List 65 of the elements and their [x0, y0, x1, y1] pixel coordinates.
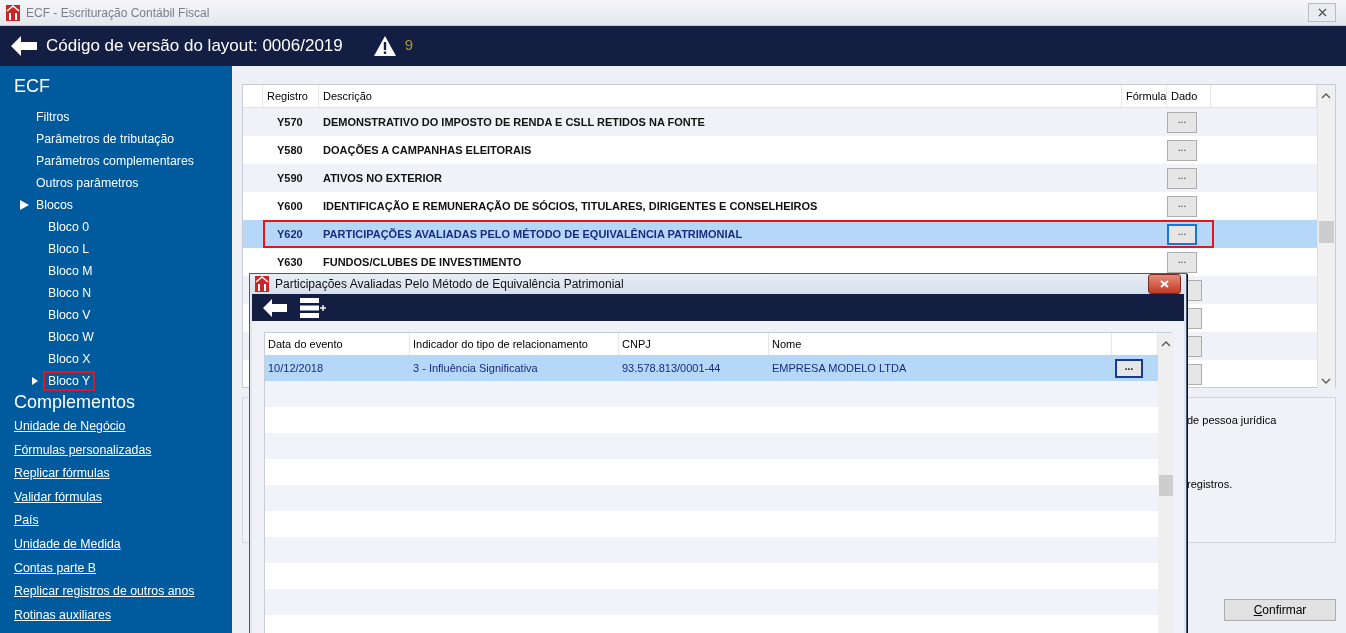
table-cell-text: Y580 [276, 144, 304, 156]
table-cell-text: 3 - Influência Significativa [412, 362, 539, 374]
warning-count: 9 [404, 36, 414, 53]
sidebar-link[interactable]: Unidade de Negócio [14, 415, 232, 439]
table-row[interactable]: Y590 ATIVOS NO EXTERIOR ... [243, 164, 1317, 192]
table-cell-text: Y620 [276, 228, 304, 240]
column-header: Descrição [319, 85, 1122, 107]
sidebar-item[interactable]: Bloco W [43, 327, 99, 347]
sidebar-item[interactable]: Outros parâmetros [31, 173, 144, 193]
table-cell-text: Y590 [276, 172, 304, 184]
table-cell-text: Y600 [276, 200, 304, 212]
sidebar-item[interactable]: Bloco V [43, 305, 96, 325]
table-cell-text: 10/12/2018 [267, 362, 325, 374]
data-button[interactable]: ... [1167, 195, 1197, 217]
dialog-title: Participações Avaliadas Pelo Método de Equivalência Patrimonial [275, 277, 625, 291]
table-cell-text: Y570 [276, 116, 304, 128]
sidebar-item[interactable]: Bloco L [43, 239, 95, 259]
table-row[interactable]: Y600 IDENTIFICAÇÃO E REMUNERAÇÃO DE SÓCIOS, TITULARES, DIRIGENTES E CONSELHEIROS ... [243, 192, 1317, 220]
sidebar-item[interactable]: Parâmetros complementares [31, 151, 199, 171]
table-row[interactable]: Y620 PARTICIPAÇÕES AVALIADAS PELO MÉTODO DE EQUIVALÊNCIA PATRIMONIAL ... [243, 220, 1317, 248]
details-button[interactable]: ... [1115, 358, 1143, 378]
info-text: registros. [1187, 478, 1233, 490]
confirm-button[interactable]: Confirmar [1224, 599, 1336, 621]
sidebar-item[interactable]: Bloco M [43, 261, 98, 281]
sidebar-item[interactable]: Filtros [31, 107, 75, 127]
table-cell-text: 93.578.813/0001-44 [621, 362, 722, 374]
table-cell-text: DEMONSTRATIVO DO IMPOSTO DE RENDA E CSLL RETIDOS NA FONTE [322, 116, 706, 128]
table-row[interactable]: Y630 FUNDOS/CLUBES DE INVESTIMENTO ... [243, 248, 1317, 276]
sidebar-link[interactable]: Fórmulas personalizadas [14, 438, 232, 463]
column-header: Registro [263, 85, 319, 107]
sidebar-item[interactable]: Bloco 0 [43, 217, 95, 237]
table-cell-text: ATIVOS NO EXTERIOR [322, 172, 443, 184]
data-button[interactable]: ... [1167, 223, 1197, 245]
column-header: Dado [1167, 85, 1211, 107]
data-button[interactable]: ... [1167, 139, 1197, 161]
window-title: ECF - Escrituração Contábil Fiscal [26, 5, 211, 20]
layout-version-title: Código de versão do layout: 0006/2019 [46, 36, 343, 56]
info-text: de pessoa jurídica [1187, 414, 1277, 426]
table-row[interactable]: Y580 DOAÇÕES A CAMPANHAS ELEITORAIS ... [243, 136, 1317, 164]
sidebar-link[interactable]: Replicar fórmulas [14, 462, 232, 486]
sidebar-item[interactable]: Blocos [31, 195, 78, 215]
section-title: Complementos [14, 392, 137, 413]
data-button[interactable]: ... [1167, 167, 1197, 189]
table-cell-text: IDENTIFICAÇÃO E REMUNERAÇÃO DE SÓCIOS, TITULARES, DIRIGENTES E CONSELHEIROS [322, 200, 819, 212]
sidebar-item[interactable]: Bloco N [43, 283, 97, 303]
sidebar-item[interactable]: Bloco Y [43, 371, 96, 391]
sidebar-item[interactable]: Bloco X [43, 349, 96, 369]
data-button[interactable]: ... [1167, 111, 1197, 133]
table-cell-text: DOAÇÕES A CAMPANHAS ELEITORAIS [322, 144, 533, 156]
sidebar-link[interactable]: Rotinas auxiliares [14, 603, 232, 628]
sidebar-link[interactable]: Unidade de Medida [14, 532, 232, 557]
column-header: Fórmula [1122, 85, 1167, 107]
sidebar-item[interactable]: Parâmetros de tributação [31, 129, 180, 149]
sidebar-link[interactable]: País [14, 509, 232, 533]
sidebar-link[interactable]: Replicar registros de outros anos [14, 580, 232, 604]
table-row[interactable]: Y570 DEMONSTRATIVO DO IMPOSTO DE RENDA E CSLL RETIDOS NA FONTE ... [243, 108, 1317, 136]
table-cell-text: Y630 [276, 256, 304, 268]
table-cell-text: FUNDOS/CLUBES DE INVESTIMENTO [322, 256, 523, 268]
sidebar-title: ECF [14, 74, 51, 98]
table-cell-text: EMPRESA MODELO LTDA [771, 362, 908, 374]
data-button[interactable]: ... [1167, 251, 1197, 273]
table-row[interactable]: 10/12/2018 3 - Influência Significativa 93.578.813/0001-44 EMPRESA MODELO LTDA ... [265, 355, 1158, 381]
table-cell-text: PARTICIPAÇÕES AVALIADAS PELO MÉTODO DE EQUIVALÊNCIA PATRIMONIAL [322, 228, 744, 240]
sidebar-link[interactable]: Contas parte B [14, 556, 232, 581]
sidebar-link[interactable]: Validar fórmulas [14, 485, 232, 510]
